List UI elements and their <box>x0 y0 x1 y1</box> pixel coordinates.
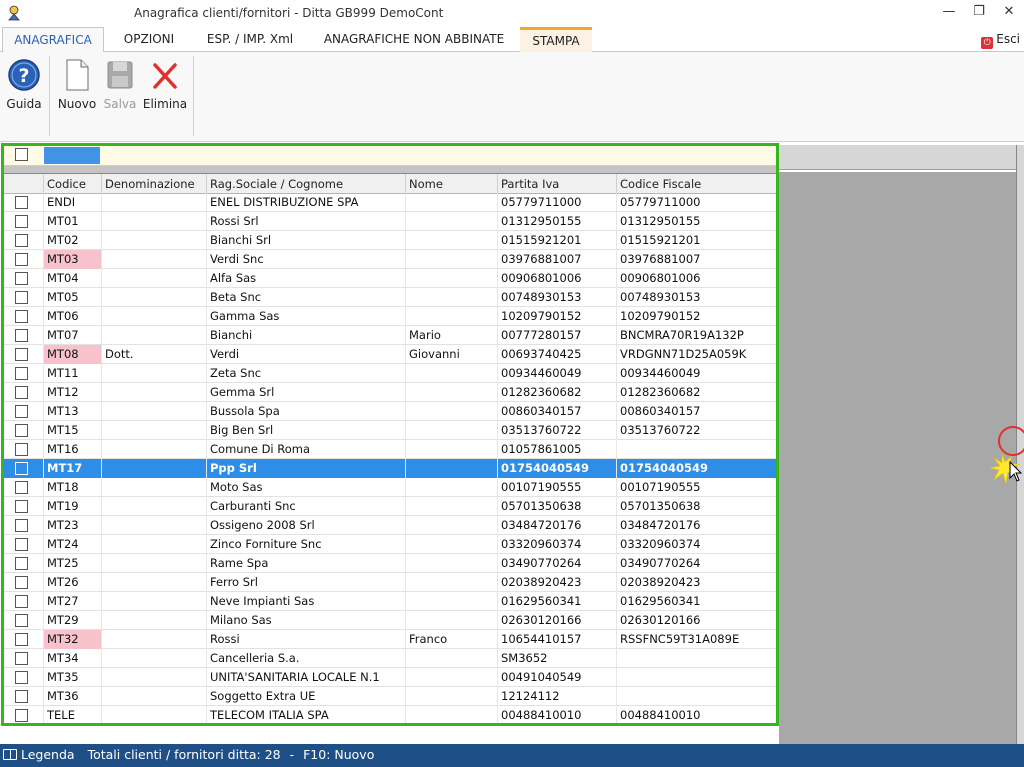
svg-text:?: ? <box>18 65 29 87</box>
esci-button[interactable]: ⏻ Esci <box>981 27 1020 52</box>
tab-anagrafiche-non-abbinate[interactable]: ANAGRAFICHE NON ABBINATE <box>312 27 516 52</box>
ribbon-toolbar: ? Guida Nuovo Salva Elimina <box>0 52 1024 142</box>
tab-stampa[interactable]: STAMPA <box>520 27 592 52</box>
elimina-label: Elimina <box>142 97 188 111</box>
save-icon <box>107 61 133 89</box>
tab-anagrafica[interactable]: ANAGRAFICA <box>2 27 104 53</box>
elimina-button[interactable]: Elimina <box>141 58 189 111</box>
app-icon <box>8 5 20 21</box>
guida-button[interactable]: ? Guida <box>4 58 44 111</box>
grid-empty-top <box>779 145 1016 170</box>
tab-opzioni[interactable]: OPZIONI <box>110 27 188 52</box>
window-title: Anagrafica clienti/fornitori - Ditta GB9… <box>134 6 444 20</box>
nuovo-button[interactable]: Nuovo <box>54 58 100 111</box>
shortcut-nuovo[interactable]: F10: Nuovo <box>303 747 374 762</box>
ribbon-tabs: ANAGRAFICA OPZIONI ESP. / IMP. Xml ANAGR… <box>0 27 1024 53</box>
salva-label: Salva <box>103 97 137 111</box>
title-bar: Anagrafica clienti/fornitori - Ditta GB9… <box>0 0 1024 27</box>
restore-icon[interactable]: ❐ <box>966 2 992 22</box>
nuovo-label: Nuovo <box>57 97 97 111</box>
new-document-icon <box>66 59 89 91</box>
toolbar-separator-end <box>193 56 194 136</box>
salva-button[interactable]: Salva <box>100 58 140 111</box>
tab-esp-imp-xml[interactable]: ESP. / IMP. Xml <box>194 27 306 52</box>
toolbar-separator <box>49 56 50 136</box>
status-bar: Legenda Totali clienti / fornitori ditta… <box>0 744 1024 767</box>
totali-label: Totali clienti / fornitori ditta: 28 <box>87 747 281 762</box>
cursor-icon <box>990 453 1023 485</box>
delete-icon <box>153 63 177 89</box>
close-icon[interactable]: ✕ <box>996 2 1022 22</box>
book-icon <box>3 749 17 760</box>
minimize-icon[interactable]: — <box>936 2 962 22</box>
guida-label: Guida <box>6 97 42 111</box>
help-icon: ? <box>8 59 40 91</box>
esci-label: Esci <box>996 32 1020 46</box>
grid-empty-area <box>779 172 1016 744</box>
grid-focus-frame <box>1 143 779 726</box>
legenda-link[interactable]: Legenda <box>21 747 75 762</box>
status-separator: - <box>289 747 295 762</box>
power-icon: ⏻ <box>981 37 994 49</box>
